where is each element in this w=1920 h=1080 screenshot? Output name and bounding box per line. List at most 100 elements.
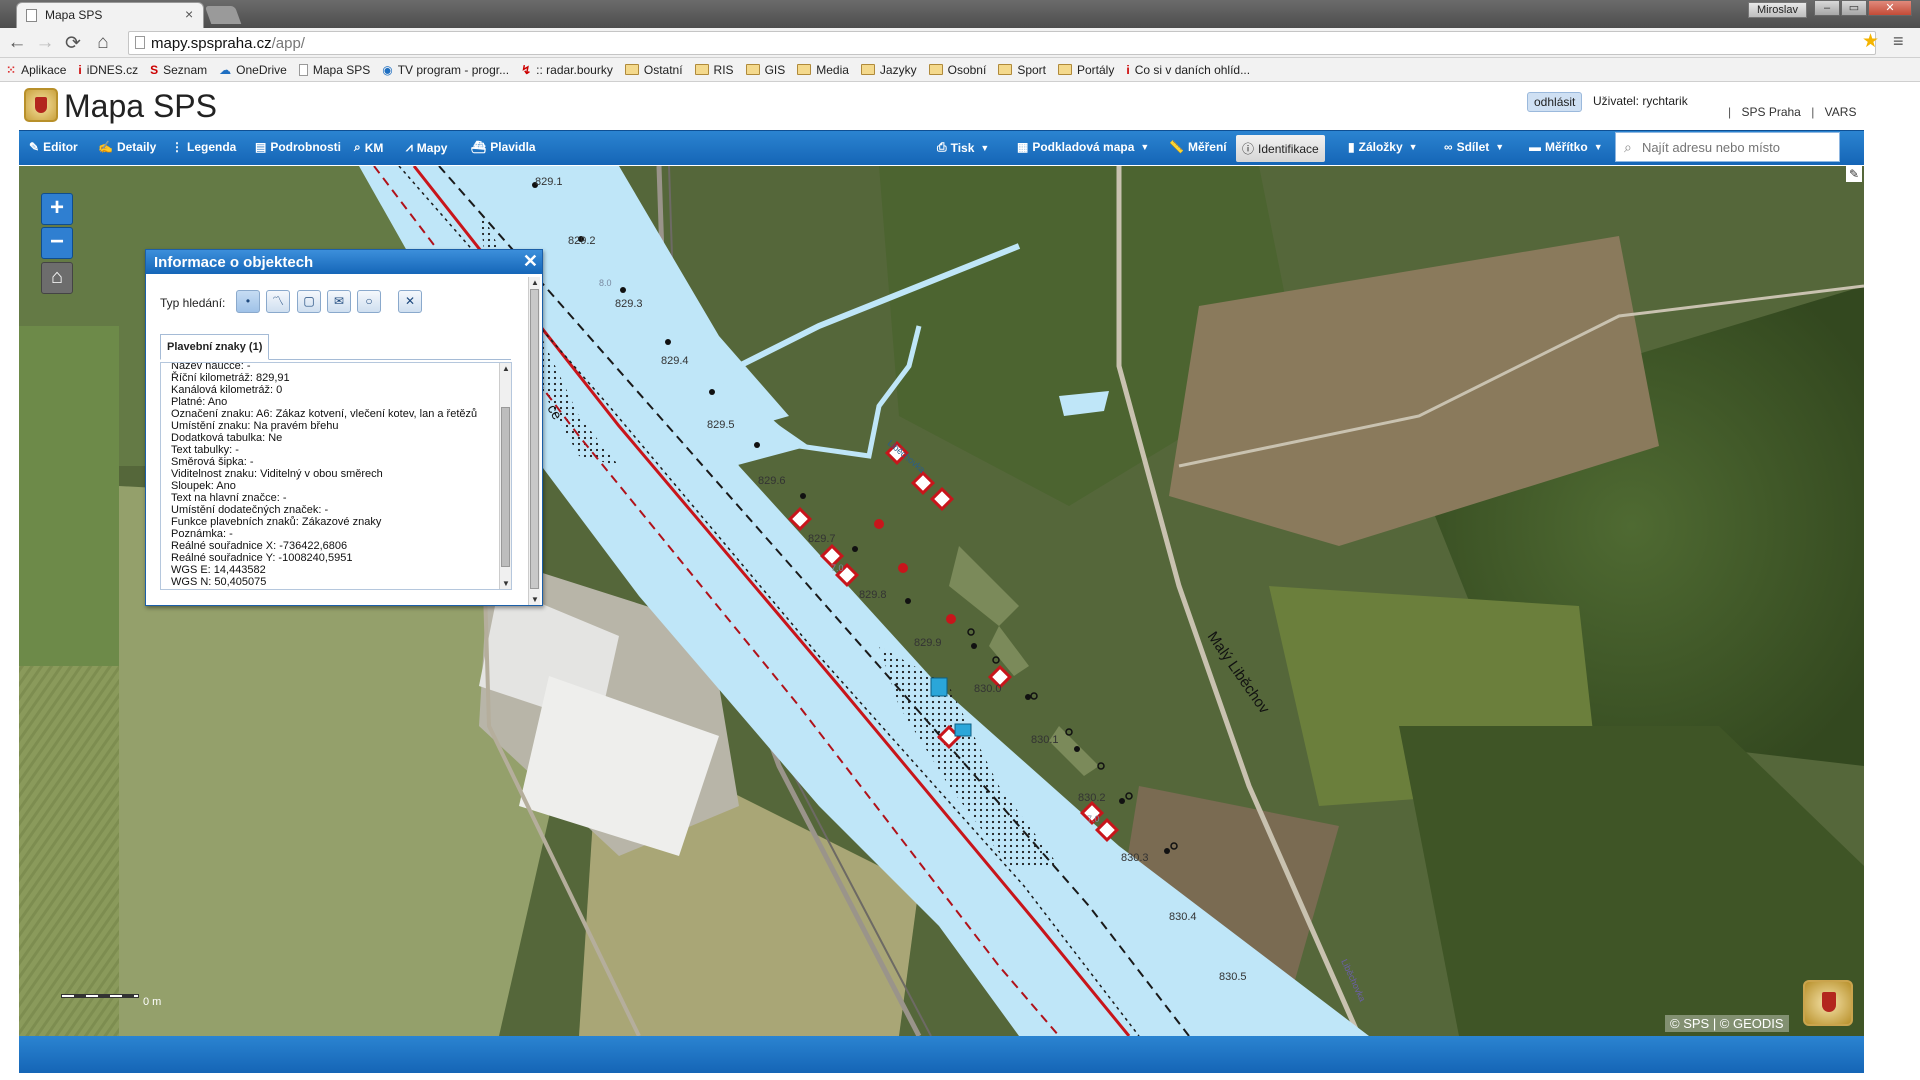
- identify-panel[interactable]: Informace o objektech ✕ Typ hledání: • 〽…: [145, 249, 543, 606]
- attribute-list[interactable]: Název naučce: - Říční kilometráž: 829,91…: [160, 362, 512, 590]
- km-label: 830.3: [1121, 852, 1149, 864]
- clear-selection-button[interactable]: ✕: [398, 290, 422, 313]
- point-tool-button[interactable]: •: [236, 290, 260, 313]
- bookmark-label: Ostatní: [643, 62, 683, 77]
- bookmark-folder-media[interactable]: Media: [797, 63, 849, 77]
- bookmark-folder-ostatni[interactable]: Ostatní: [624, 62, 683, 77]
- bookmark-star-icon[interactable]: ★: [1862, 30, 1879, 53]
- scroll-down-icon[interactable]: ▼: [502, 579, 510, 588]
- zoom-out-button[interactable]: −: [41, 227, 73, 259]
- identify-panel-header[interactable]: Informace o objektech ✕: [146, 250, 542, 274]
- close-window-button[interactable]: ✕: [1868, 0, 1912, 16]
- km-label: 829.4: [661, 355, 689, 367]
- close-icon[interactable]: ✕: [523, 251, 538, 272]
- km-label: 829.7: [808, 533, 836, 545]
- bookmark-onedrive[interactable]: ☁ OneDrive: [219, 63, 287, 77]
- km-label: 830.1: [1031, 734, 1059, 746]
- toolbar-sdilet[interactable]: ∞ Sdílet ▼: [1444, 140, 1504, 154]
- page-icon: [298, 63, 308, 76]
- bookmark-folder-osobni[interactable]: Osobní: [928, 63, 986, 77]
- address-search[interactable]: ⌕: [1615, 132, 1840, 162]
- browser-tab[interactable]: Mapa SPS ×: [16, 2, 204, 28]
- zoom-in-button[interactable]: +: [41, 193, 73, 225]
- toolbar-mereni[interactable]: 📏 Měření: [1169, 140, 1227, 154]
- header-links: | SPS Praha | VARS: [1721, 105, 1856, 119]
- toolbar-podrobnosti[interactable]: ▤ Podrobnosti: [255, 140, 341, 154]
- folder-icon: [928, 64, 943, 75]
- attribute-row: Umístění dodatečných značek: -: [171, 504, 329, 516]
- circle-tool-button[interactable]: ○: [357, 290, 381, 313]
- minimize-button[interactable]: –: [1814, 0, 1840, 16]
- attribute-row: WGS N: 50,405075: [171, 576, 267, 588]
- scrollbar-thumb[interactable]: [530, 289, 539, 589]
- tab-plavebni-znaky[interactable]: Plavební znaky (1): [160, 334, 270, 360]
- folder-icon: [624, 64, 639, 75]
- back-arrow-icon[interactable]: ←: [6, 32, 28, 54]
- toolbar-label: Podkladová mapa: [1032, 140, 1135, 154]
- bookmark-label: RIS: [713, 62, 734, 77]
- panel-scrollbar[interactable]: ▲ ▼: [528, 277, 540, 605]
- toolbar-tisk[interactable]: ⎙ Tisk ▼: [937, 140, 989, 155]
- bookmark-folder-sport[interactable]: Sport: [998, 63, 1046, 77]
- bookmark-seznam[interactable]: S Seznam: [150, 63, 207, 77]
- bookmark-aplikace[interactable]: ⁙ Aplikace: [6, 63, 66, 77]
- bookmark-radar[interactable]: ↯:: radar.bourky: [521, 63, 613, 77]
- toolbar-mapy[interactable]: ⩘ Mapy: [406, 140, 447, 155]
- scroll-up-icon[interactable]: ▲: [502, 364, 510, 373]
- toolbar-km[interactable]: ⌕ KM: [354, 140, 383, 155]
- link-separator: |: [1728, 105, 1732, 119]
- search-input[interactable]: [1642, 137, 1832, 157]
- link-separator: |: [1811, 105, 1815, 119]
- toolbar-podkladova-mapa[interactable]: ▦ Podkladová mapa ▼: [1017, 140, 1149, 154]
- bookmark-tv-program[interactable]: ◉ TV program - progr...: [382, 63, 509, 77]
- bookmark-idnes[interactable]: i iDNES.cz: [78, 63, 138, 77]
- bookmark-dane[interactable]: i Co si v daních ohlíd...: [1126, 63, 1250, 77]
- km-label: 829.2: [568, 235, 596, 247]
- toolbar-legenda[interactable]: ⋮ Legenda: [171, 140, 236, 154]
- tab-close-icon[interactable]: ×: [185, 6, 193, 22]
- bookmark-folder-jazyky[interactable]: Jazyky: [860, 63, 917, 77]
- bookmark-folder-portaly[interactable]: Portály: [1058, 63, 1114, 77]
- home-extent-button[interactable]: ⌂: [41, 262, 73, 294]
- link-vars[interactable]: VARS: [1825, 105, 1857, 119]
- bookmark-folder-ris[interactable]: RIS: [694, 62, 734, 77]
- toolbar-editor[interactable]: ✎ Editor: [29, 140, 78, 154]
- link-sps-praha[interactable]: SPS Praha: [1741, 105, 1800, 119]
- details-icon: ✍: [98, 140, 113, 154]
- envelope-tool-button[interactable]: ✉: [327, 290, 351, 313]
- rectangle-tool-button[interactable]: ▢: [297, 290, 321, 313]
- identify-panel-title: Informace o objektech: [154, 254, 314, 271]
- toolbar-label: Podrobnosti: [270, 140, 342, 154]
- maximize-button[interactable]: ▭: [1841, 0, 1867, 16]
- toolbar-zalozky[interactable]: ▮ Záložky ▼: [1348, 140, 1418, 154]
- bookmark-label: GIS: [764, 62, 786, 77]
- logout-button[interactable]: odhlásit: [1527, 92, 1583, 112]
- bookmark-label: Aplikace: [21, 62, 67, 77]
- search-type-label: Typ hledání:: [160, 296, 226, 310]
- ship-icon: ⛴: [471, 140, 487, 154]
- reload-icon[interactable]: ⟳: [62, 32, 84, 55]
- url-field[interactable]: mapy.spspraha.cz/app/: [128, 31, 1876, 55]
- toolbar-plavidla[interactable]: ⛴ Plavidla: [471, 140, 536, 154]
- forward-arrow-icon[interactable]: →: [34, 32, 56, 54]
- home-icon[interactable]: ⌂: [92, 32, 114, 54]
- bookmark-mapa-sps[interactable]: Mapa SPS: [298, 63, 370, 77]
- polyline-icon: 〽: [271, 294, 284, 308]
- scroll-down-icon[interactable]: ▼: [531, 595, 539, 604]
- toolbar-label: KM: [364, 140, 384, 155]
- browser-menu-icon[interactable]: ≡: [1893, 31, 1904, 52]
- attribute-row: Text na hlavní značce: -: [171, 492, 287, 504]
- chevron-down-icon: ▼: [1495, 142, 1505, 152]
- scrollbar-thumb[interactable]: [501, 407, 510, 567]
- polyline-tool-button[interactable]: 〽: [266, 290, 290, 313]
- toolbar-meritko[interactable]: ▬ Měřítko ▼: [1529, 140, 1603, 154]
- toolbar-identifikace[interactable]: ⓘ Identifikace: [1236, 135, 1325, 162]
- map-edit-icon[interactable]: ✎: [1846, 166, 1862, 182]
- attribute-scrollbar[interactable]: ▲ ▼: [499, 363, 511, 589]
- os-user-badge[interactable]: Miroslav: [1748, 2, 1807, 18]
- km-label: 829.3: [615, 298, 643, 310]
- toolbar-detaily[interactable]: ✍ Detaily: [98, 140, 156, 154]
- scroll-up-icon[interactable]: ▲: [531, 278, 539, 287]
- bookmark-folder-gis[interactable]: GIS: [745, 62, 786, 77]
- new-tab-button[interactable]: [204, 6, 242, 24]
